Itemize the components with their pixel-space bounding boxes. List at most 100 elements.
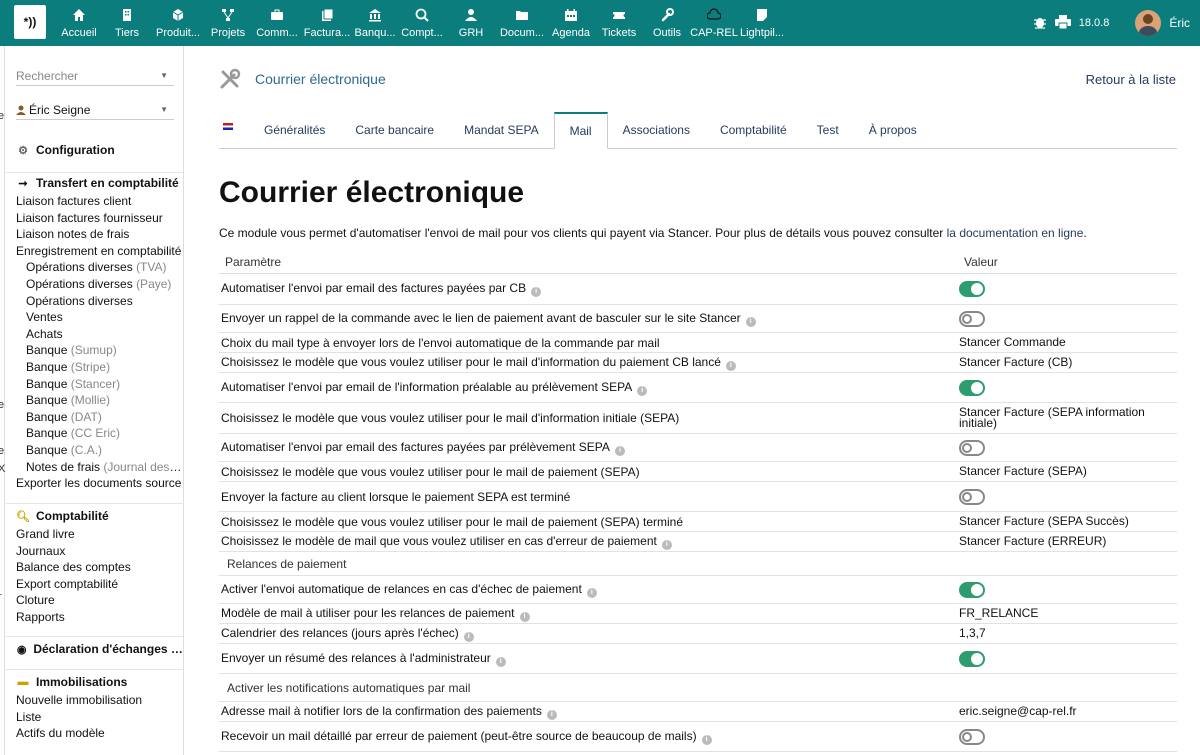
toggle-off[interactable] xyxy=(959,728,985,745)
menu-item-comm[interactable]: Comm... xyxy=(252,0,302,46)
setting-value[interactable]: Stancer Facture (SEPA Succès) xyxy=(959,514,1129,528)
setting-value[interactable]: FR_RELANCE xyxy=(959,606,1038,620)
sidebar-link[interactable]: Banque (Sumup) xyxy=(6,342,184,359)
sidebar-link[interactable]: Opérations diverses (TVA) xyxy=(6,259,184,276)
sidebar-link[interactable]: Actifs du modèle xyxy=(6,725,184,742)
menu-item-label: Agenda xyxy=(552,27,590,39)
sidebar-link[interactable]: Journaux xyxy=(6,543,184,560)
toggle-off[interactable] xyxy=(959,439,985,456)
sidebar-item-comptabilite[interactable]: 🔍︎ Comptabilité xyxy=(6,506,184,526)
sidebar-link[interactable]: Liaison notes de frais xyxy=(6,226,184,243)
sidebar-link[interactable]: Grand livre xyxy=(6,526,184,543)
info-icon[interactable]: i xyxy=(725,360,736,371)
sidebar-link[interactable]: Rapports xyxy=(6,609,184,626)
menu-item-label: Tickets xyxy=(601,27,637,39)
sidebar-link[interactable]: Opérations diverses xyxy=(6,293,184,310)
info-icon[interactable]: i xyxy=(531,287,542,297)
info-icon[interactable]: i xyxy=(463,631,474,642)
sidebar-link[interactable]: Liste xyxy=(6,709,184,726)
menu-item-grh[interactable]: GRH xyxy=(446,0,496,46)
setting-value[interactable]: Stancer Facture (SEPA) xyxy=(959,464,1087,478)
sidebar-link[interactable]: Banque (Mollie) xyxy=(6,392,184,409)
setting-value[interactable]: Stancer Facture (SEPA information initia… xyxy=(959,405,1145,430)
setting-value[interactable]: eric.seigne@cap-rel.fr xyxy=(959,704,1077,718)
info-icon[interactable]: i xyxy=(637,385,648,396)
menu-item-tickets[interactable]: Tickets xyxy=(594,0,644,46)
setting-value[interactable]: 1,3,7 xyxy=(959,626,986,640)
menu-item-compt[interactable]: Compt... xyxy=(398,0,446,46)
toggle-on[interactable] xyxy=(959,281,985,297)
tab-cartebancaire[interactable]: Carte bancaire xyxy=(340,112,449,148)
sidebar-item-declaration[interactable]: ◉ Déclaration d'échanges de biens xyxy=(6,639,184,659)
sidebar-link[interactable]: Exporter les documents source xyxy=(6,475,184,492)
tab-mandatsepa[interactable]: Mandat SEPA xyxy=(449,112,553,148)
sidebar-link[interactable]: Liaison factures fournisseur xyxy=(6,210,184,227)
info-icon[interactable]: i xyxy=(546,709,557,720)
tab-propos[interactable]: À propos xyxy=(854,112,932,148)
sidebar-item-configuration[interactable]: ⚙ Configuration xyxy=(6,140,184,160)
menu-item-projets[interactable]: Projets xyxy=(204,0,252,46)
sidebar-link[interactable]: Ventes xyxy=(6,309,184,326)
sidebar-link[interactable]: Banque (Stripe) xyxy=(6,359,184,376)
info-icon[interactable]: i xyxy=(661,539,672,550)
tab-comptabilit[interactable]: Comptabilité xyxy=(705,112,802,148)
setting-label: Recevoir un mail détaillé par erreur de … xyxy=(221,728,697,743)
sidebar-link[interactable]: Achats xyxy=(6,326,184,343)
sidebar-user-select[interactable]: Éric Seigne ▼ xyxy=(16,100,174,120)
sidebar-link[interactable]: Export comptabilité xyxy=(6,576,184,593)
menu-item-lightpil[interactable]: Lightpil... xyxy=(738,0,786,46)
info-icon[interactable]: i xyxy=(495,656,506,667)
app-logo[interactable]: *)) xyxy=(14,5,46,39)
sidebar-link[interactable]: Banque (Stancer) xyxy=(6,376,184,393)
menu-item-caprel[interactable]: CAP-REL xyxy=(690,0,738,46)
setting-value[interactable]: Stancer Facture (CB) xyxy=(959,355,1072,369)
menu-item-banqu[interactable]: Banqu... xyxy=(352,0,398,46)
info-icon[interactable]: i xyxy=(614,445,625,456)
info-icon[interactable]: i xyxy=(701,734,712,745)
toggle-off[interactable] xyxy=(959,310,985,327)
menu-item-docum[interactable]: Docum... xyxy=(496,0,548,46)
tab-test[interactable]: Test xyxy=(802,112,854,148)
menu-item-tiers[interactable]: Tiers xyxy=(102,0,152,46)
toggle-on[interactable] xyxy=(959,581,985,598)
tab-mail[interactable]: Mail xyxy=(553,112,608,149)
menu-item-agenda[interactable]: Agenda xyxy=(548,0,594,46)
toggle-on[interactable] xyxy=(959,379,985,396)
menu-item-produit[interactable]: Produit... xyxy=(152,0,204,46)
sidebar-search[interactable]: Rechercher ▼ xyxy=(16,66,174,86)
toggle-off[interactable] xyxy=(959,488,985,505)
sidebar-link[interactable]: Opérations diverses (Paye) xyxy=(6,276,184,293)
tab-associations[interactable]: Associations xyxy=(608,112,705,148)
setting-value[interactable]: Stancer Commande xyxy=(959,335,1066,349)
sidebar-link[interactable]: Nouvelle immobilisation xyxy=(6,692,184,709)
toggle-on[interactable] xyxy=(959,650,985,667)
menu-item-accueil[interactable]: Accueil xyxy=(56,0,102,46)
sidebar-link[interactable]: Banque (DAT) xyxy=(6,409,184,426)
sidebar-link[interactable]: Banque (C.A.) xyxy=(6,442,184,459)
documentation-link[interactable]: la documentation en ligne xyxy=(947,226,1084,240)
sidebar-link[interactable]: Balance des comptes xyxy=(6,559,184,576)
menu-item-factura[interactable]: Factura... xyxy=(302,0,352,46)
user-name[interactable]: Éric xyxy=(1169,16,1190,30)
sidebar-item-transfert[interactable]: ➞ Transfert en comptabilité xyxy=(6,173,184,193)
tab-flag[interactable] xyxy=(219,112,249,148)
user-avatar[interactable] xyxy=(1135,10,1162,36)
bug-icon[interactable] xyxy=(1033,15,1047,32)
sidebar-link[interactable]: Banque (CC Eric) xyxy=(6,425,184,442)
setting-value[interactable]: Stancer Facture (ERREUR) xyxy=(959,534,1106,548)
invoice-icon xyxy=(320,8,334,22)
sidebar-link[interactable]: Enregistrement en comptabilité xyxy=(6,243,184,260)
setting-label: Activer les notifications automatiques p… xyxy=(227,680,471,695)
sidebar-item-label: Déclaration d'échanges de biens xyxy=(33,642,184,656)
tab-gnralits[interactable]: Généralités xyxy=(249,112,340,148)
info-icon[interactable]: i xyxy=(745,316,756,327)
printer-icon[interactable] xyxy=(1054,14,1071,32)
back-to-list-link[interactable]: Retour à la liste xyxy=(1086,72,1176,87)
sidebar-link[interactable]: Liaison factures client xyxy=(6,193,184,210)
sidebar-item-immobilisations[interactable]: ▬ Immobilisations xyxy=(6,672,184,692)
info-icon[interactable]: i xyxy=(586,587,597,598)
info-icon[interactable]: i xyxy=(519,611,530,622)
menu-item-outils[interactable]: Outils xyxy=(644,0,690,46)
sidebar-link[interactable]: Cloture xyxy=(6,592,184,609)
sidebar-link[interactable]: Notes de frais (Journal des notes de fra… xyxy=(6,459,184,476)
